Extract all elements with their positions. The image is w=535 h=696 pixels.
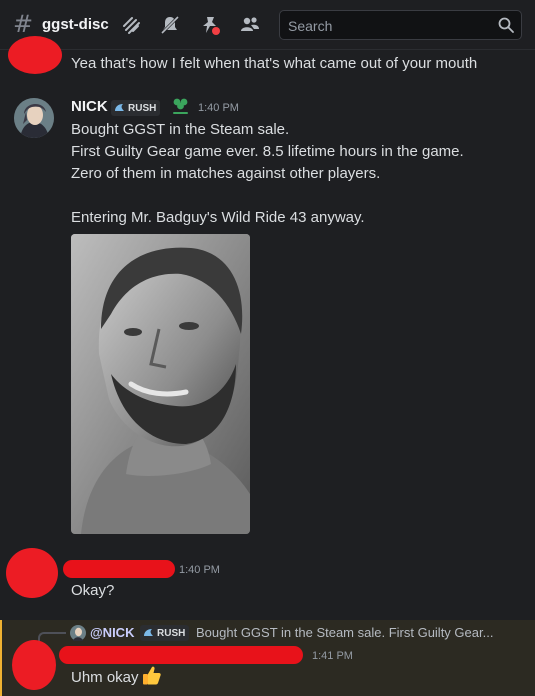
reply-preview[interactable]: Bought GGST in the Steam sale. First Gui… <box>196 625 493 640</box>
redacted-username <box>63 560 175 578</box>
guild-tag-icon <box>144 629 153 636</box>
message-line: Bought GGST in the Steam sale. <box>71 121 290 138</box>
reply-author[interactable]: @NICK <box>90 625 134 640</box>
search-icon <box>498 17 514 33</box>
message-list: Yea that's how I felt when that's what c… <box>0 36 535 696</box>
guild-tag-label: RUSH <box>128 102 157 114</box>
message-line: Entering Mr. Badguy's Wild Ride 43 anywa… <box>71 209 365 226</box>
message-text: Uhm okay <box>71 669 139 686</box>
guild-tag[interactable]: RUSH <box>111 100 161 116</box>
pinned-messages-icon[interactable] <box>199 14 221 36</box>
search-placeholder: Search <box>288 18 333 34</box>
reply-guild-tag: RUSH <box>140 625 190 641</box>
message-timestamp: 1:41 PM <box>312 650 353 662</box>
message-text: Yea that's how I felt when that's what c… <box>71 55 478 72</box>
guild-tag-icon <box>115 104 124 111</box>
redacted-avatar <box>12 640 56 690</box>
notification-muted-icon[interactable] <box>159 14 181 36</box>
reply-avatar <box>70 625 86 641</box>
guild-tag-label: RUSH <box>157 627 186 639</box>
channel-hash-icon: # <box>13 10 34 38</box>
attached-image[interactable] <box>71 234 250 534</box>
message-line: Zero of them in matches against other pl… <box>71 165 381 182</box>
message-line: First Guilty Gear game ever. 8.5 lifetim… <box>71 143 464 160</box>
message-text: Okay? <box>71 582 115 599</box>
redacted-username <box>59 646 303 664</box>
avatar[interactable] <box>14 98 54 138</box>
threads-icon[interactable] <box>120 14 142 36</box>
message-timestamp: 1:40 PM <box>179 564 220 576</box>
member-list-icon[interactable] <box>239 14 261 36</box>
thumbs-up-emoji-icon <box>143 666 161 685</box>
channel-name: ggst-disc <box>42 16 109 33</box>
message-author[interactable]: NICK <box>71 98 108 115</box>
clover-badge-icon <box>173 98 188 114</box>
redacted-avatar <box>8 36 62 74</box>
search-input[interactable]: Search <box>279 10 522 40</box>
redacted-avatar <box>6 548 58 598</box>
attached-image-photo <box>71 234 250 534</box>
avatar-image <box>14 98 54 138</box>
channel-header: # ggst-disc Search <box>0 0 535 50</box>
message-timestamp: 1:40 PM <box>198 102 239 114</box>
